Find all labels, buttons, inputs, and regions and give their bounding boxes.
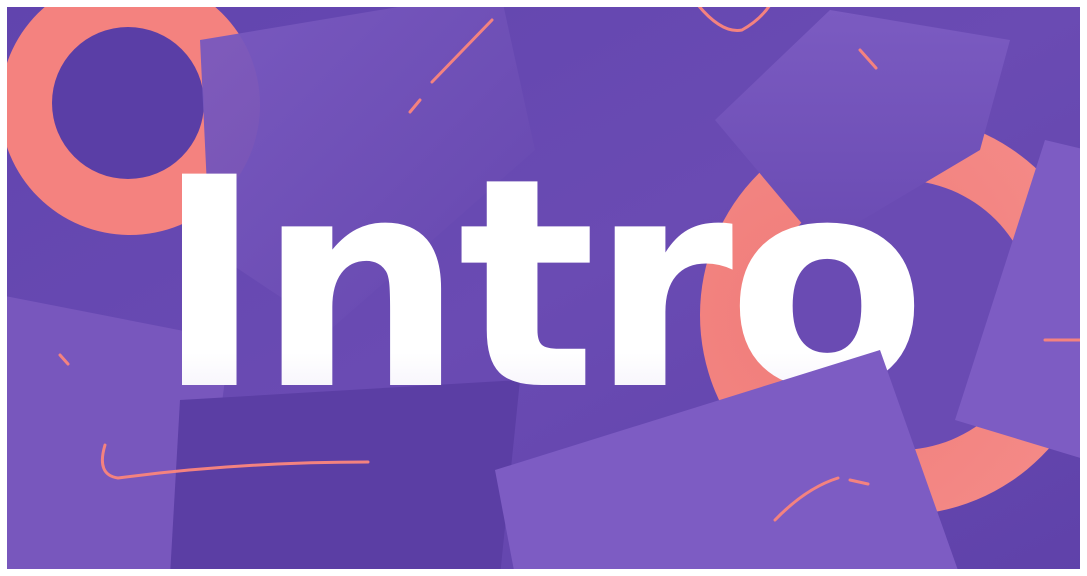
intro-artwork: Intro — [0, 0, 1087, 576]
intro-graphic: Intro — [0, 0, 1087, 576]
